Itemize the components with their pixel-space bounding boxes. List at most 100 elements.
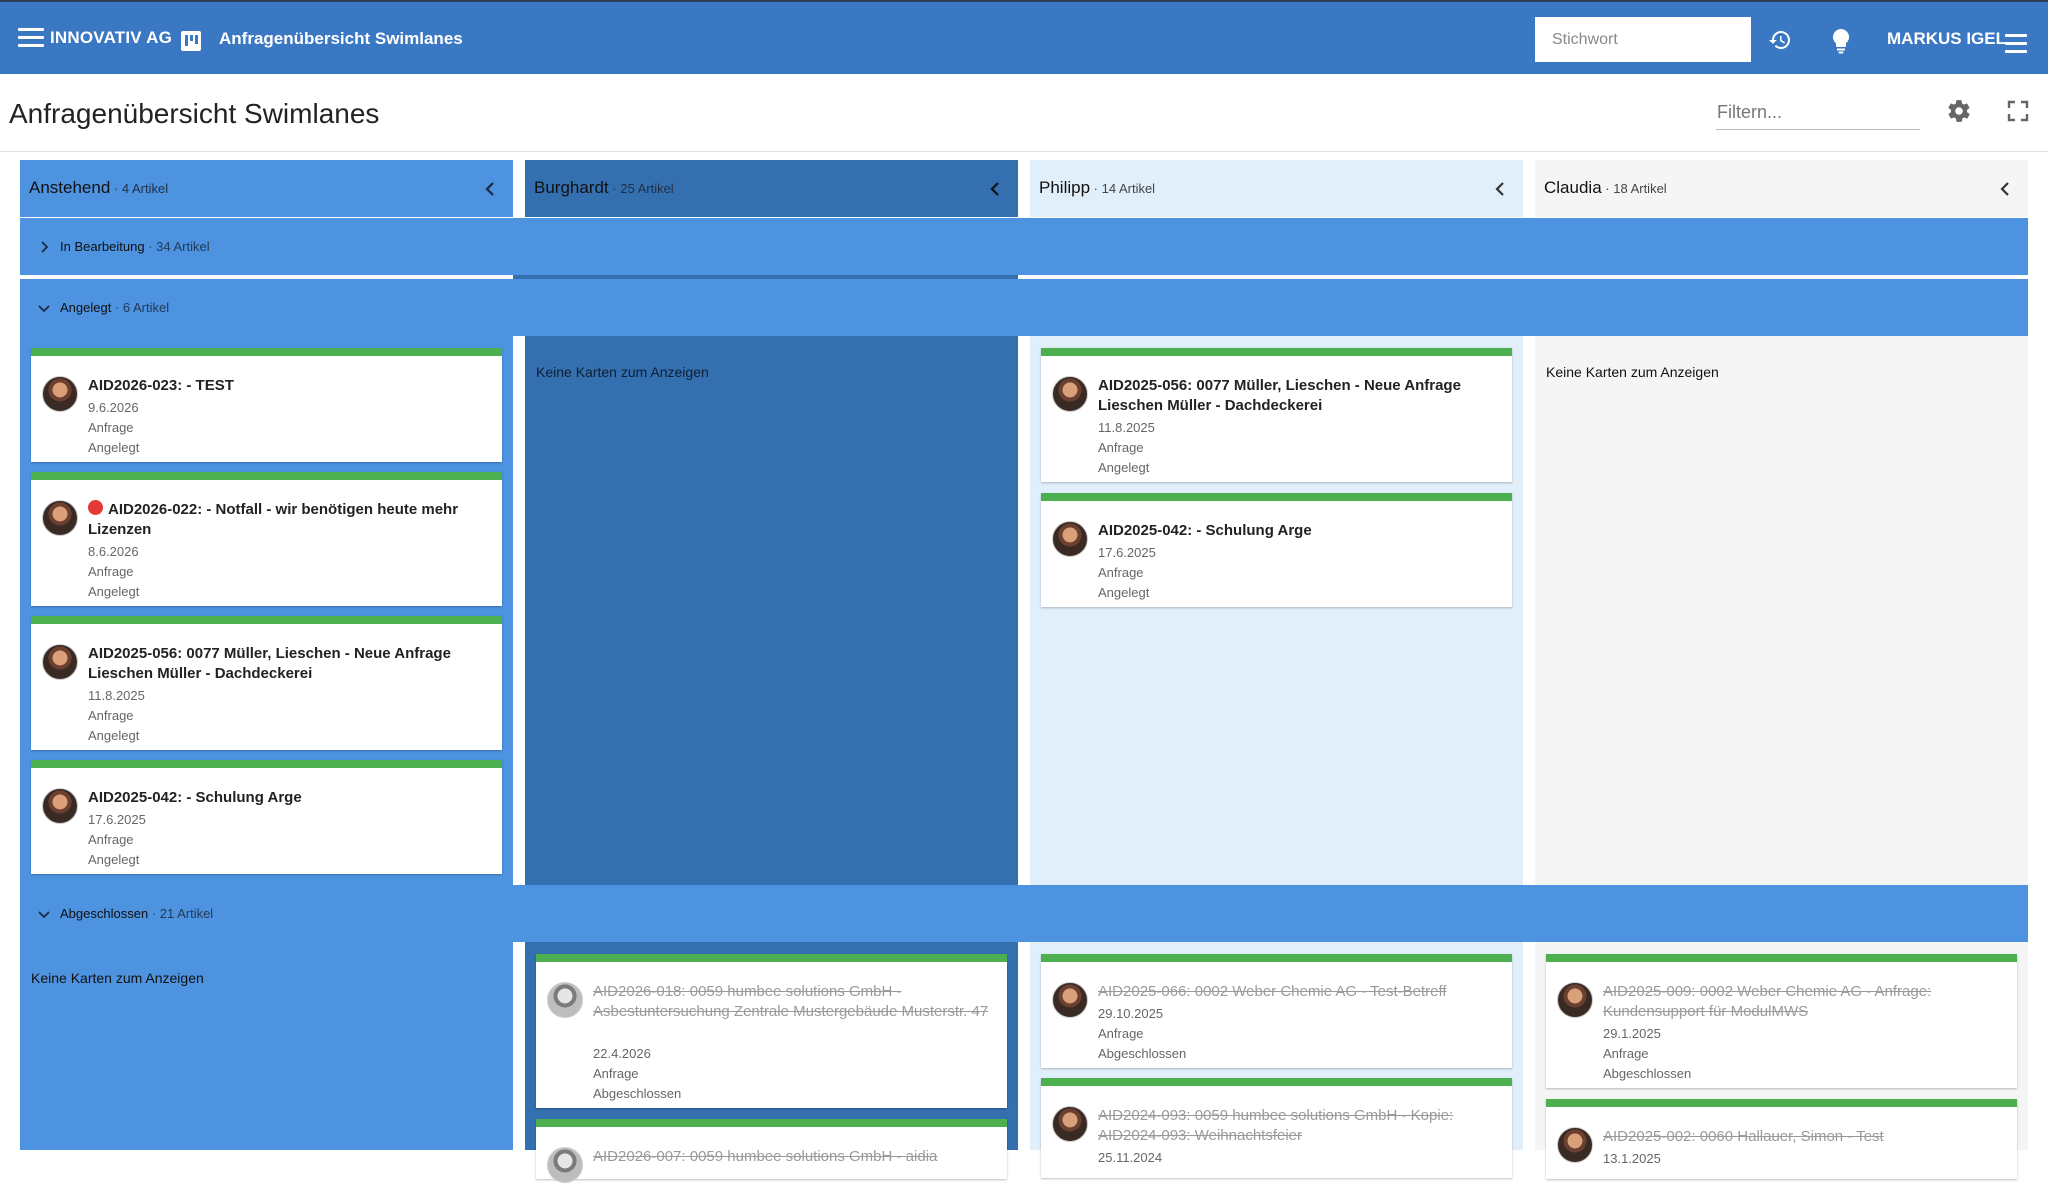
card[interactable]: AID2025-056: 0077 Müller, Lieschen - Neu… xyxy=(31,616,502,750)
group-label: Angelegt xyxy=(60,300,112,315)
card-title: AID2024-093: 0059 humbee solutions GmbH … xyxy=(1098,1107,1454,1144)
history-icon[interactable] xyxy=(1768,28,1792,52)
card-status: Abgeschlossen xyxy=(593,1086,682,1101)
avatar xyxy=(42,644,78,680)
card-status: Abgeschlossen xyxy=(1098,1046,1187,1061)
card-type: Anfrage xyxy=(1603,1046,1649,1061)
chevron-down-icon[interactable] xyxy=(37,301,51,315)
group-count: · 21 Artikel xyxy=(148,906,214,921)
board-icon xyxy=(181,31,201,51)
card-date: 22.4.2026 xyxy=(593,1046,651,1061)
company-name[interactable]: INNOVATIV AG xyxy=(50,28,172,48)
card-status: Angelegt xyxy=(88,852,140,867)
card[interactable]: AID2025-042: - Schulung Arge 17.6.2025 A… xyxy=(1041,493,1512,607)
column-count: · 4 Artikel xyxy=(110,181,169,196)
group-angelegt[interactable]: Angelegt · 6 Artikel xyxy=(20,279,2028,336)
chevron-down-icon[interactable] xyxy=(37,907,51,921)
group-count: · 6 Artikel xyxy=(111,300,170,315)
group-label: Abgeschlossen xyxy=(60,906,149,921)
card-title-text: AID2026-022: - Notfall - wir benötigen h… xyxy=(88,501,459,538)
card[interactable]: AID2025-009: 0002 Weber Chemie AG - Anfr… xyxy=(1546,954,2017,1088)
app-page-name[interactable]: Anfragenübersicht Swimlanes xyxy=(219,29,463,49)
empty-message: Keine Karten zum Anzeigen xyxy=(31,970,204,986)
settings-icon[interactable] xyxy=(1946,98,1972,124)
card-date: 25.11.2024 xyxy=(1098,1150,1163,1165)
column-count: · 25 Artikel xyxy=(608,181,674,196)
alarm-dot-icon xyxy=(88,500,103,515)
group-in-bearbeitung[interactable]: In Bearbeitung · 34 Artikel xyxy=(20,218,2028,275)
card[interactable]: AID2024-093: 0059 humbee solutions GmbH … xyxy=(1041,1078,1512,1178)
page-toolbar: Anfragenübersicht Swimlanes xyxy=(0,74,2048,152)
card-status: Abgeschlossen xyxy=(1603,1066,1692,1081)
avatar xyxy=(547,1147,583,1183)
card-status: Angelegt xyxy=(88,728,140,743)
lane-claudia-abgeschlossen: AID2025-009: 0002 Weber Chemie AG - Anfr… xyxy=(1535,942,2028,1179)
card[interactable]: AID2025-042: - Schulung Arge 17.6.2025 A… xyxy=(31,760,502,874)
chevron-left-icon[interactable] xyxy=(1998,180,2012,198)
empty-message: Keine Karten zum Anzeigen xyxy=(536,364,709,380)
search-input[interactable] xyxy=(1535,17,1751,62)
chevron-left-icon[interactable] xyxy=(988,180,1002,198)
avatar xyxy=(1052,521,1088,557)
user-name[interactable]: MARKUS IGEL xyxy=(1887,29,2006,49)
card-date: 11.8.2025 xyxy=(88,688,145,703)
card-title: AID2026-023: - TEST xyxy=(88,377,234,394)
card-status: Angelegt xyxy=(1098,585,1150,600)
chevron-left-icon[interactable] xyxy=(483,180,497,198)
card-status: Angelegt xyxy=(88,440,140,455)
card-type: Anfrage xyxy=(88,420,134,435)
card-title: AID2026-022: - Notfall - wir benötigen h… xyxy=(88,500,488,540)
lightbulb-icon[interactable] xyxy=(1829,28,1853,54)
column-name: Claudia xyxy=(1544,178,1602,197)
column-name: Philipp xyxy=(1039,178,1091,197)
column-header-burghardt: Burghardt · 25 Artikel xyxy=(525,160,1018,217)
group-count: · 34 Artikel xyxy=(144,239,210,254)
lane-claudia-angelegt: Keine Karten zum Anzeigen xyxy=(1535,336,2028,885)
card-type: Anfrage xyxy=(1098,1026,1144,1041)
card-title: AID2025-002: 0060 Hallauer, Simon - Test xyxy=(1603,1128,1884,1145)
card[interactable]: AID2026-022: - Notfall - wir benötigen h… xyxy=(31,472,502,606)
empty-message: Keine Karten zum Anzeigen xyxy=(1546,364,1719,380)
lane-anstehend-abgeschlossen: Keine Karten zum Anzeigen xyxy=(20,942,513,1150)
avatar xyxy=(42,788,78,824)
card-type: Anfrage xyxy=(593,1066,639,1081)
column-name: Burghardt xyxy=(534,178,609,197)
card-title: AID2026-018: 0059 humbee solutions GmbH … xyxy=(593,983,989,1020)
card-title: AID2025-056: 0077 Müller, Lieschen - Neu… xyxy=(88,645,451,682)
card-type: Anfrage xyxy=(1098,440,1144,455)
column-header-anstehend: Anstehend · 4 Artikel xyxy=(20,160,513,217)
card[interactable]: AID2025-002: 0060 Hallauer, Simon - Test… xyxy=(1546,1099,2017,1179)
column-name: Anstehend xyxy=(29,178,111,197)
avatar xyxy=(1052,376,1088,412)
fullscreen-icon[interactable] xyxy=(2007,100,2029,122)
group-abgeschlossen[interactable]: Abgeschlossen · 21 Artikel xyxy=(20,885,2028,942)
card[interactable]: AID2025-066: 0002 Weber Chemie AG - Test… xyxy=(1041,954,1512,1068)
chevron-left-icon[interactable] xyxy=(1493,180,1507,198)
filter-input[interactable] xyxy=(1716,98,1920,130)
lane-burghardt-abgeschlossen: AID2026-018: 0059 humbee solutions GmbH … xyxy=(525,942,1018,1183)
card-title: AID2025-042: - Schulung Arge xyxy=(1098,522,1312,539)
menu-icon[interactable] xyxy=(18,28,44,48)
card-title: AID2025-042: - Schulung Arge xyxy=(88,789,302,806)
card[interactable]: AID2026-007: 0059 humbee solutions GmbH … xyxy=(536,1119,1007,1183)
card[interactable]: AID2026-023: - TEST 9.6.2026 Anfrage Ang… xyxy=(31,348,502,462)
card[interactable]: AID2025-056: 0077 Müller, Lieschen - Neu… xyxy=(1041,348,1512,482)
lane-philipp-abgeschlossen: AID2025-066: 0002 Weber Chemie AG - Test… xyxy=(1030,942,1523,1178)
card-title: AID2025-009: 0002 Weber Chemie AG - Anfr… xyxy=(1603,983,1932,1020)
user-menu-icon[interactable] xyxy=(2005,34,2027,53)
column-count: · 18 Artikel xyxy=(1601,181,1667,196)
avatar xyxy=(42,500,78,536)
avatar xyxy=(1052,982,1088,1018)
page-title: Anfragenübersicht Swimlanes xyxy=(9,98,380,129)
group-label: In Bearbeitung xyxy=(60,239,145,254)
card-date: 29.10.2025 xyxy=(1098,1006,1164,1021)
card[interactable]: AID2026-018: 0059 humbee solutions GmbH … xyxy=(536,954,1007,1108)
card-date: 29.1.2025 xyxy=(1603,1026,1661,1041)
card-title: AID2025-056: 0077 Müller, Lieschen - Neu… xyxy=(1098,377,1461,414)
column-header-philipp: Philipp · 14 Artikel xyxy=(1030,160,1523,217)
column-count: · 14 Artikel xyxy=(1090,181,1156,196)
chevron-right-icon[interactable] xyxy=(37,240,51,254)
card-date: 11.8.2025 xyxy=(1098,420,1155,435)
card-date: 9.6.2026 xyxy=(88,400,139,415)
card-date: 13.1.2025 xyxy=(1603,1151,1661,1166)
